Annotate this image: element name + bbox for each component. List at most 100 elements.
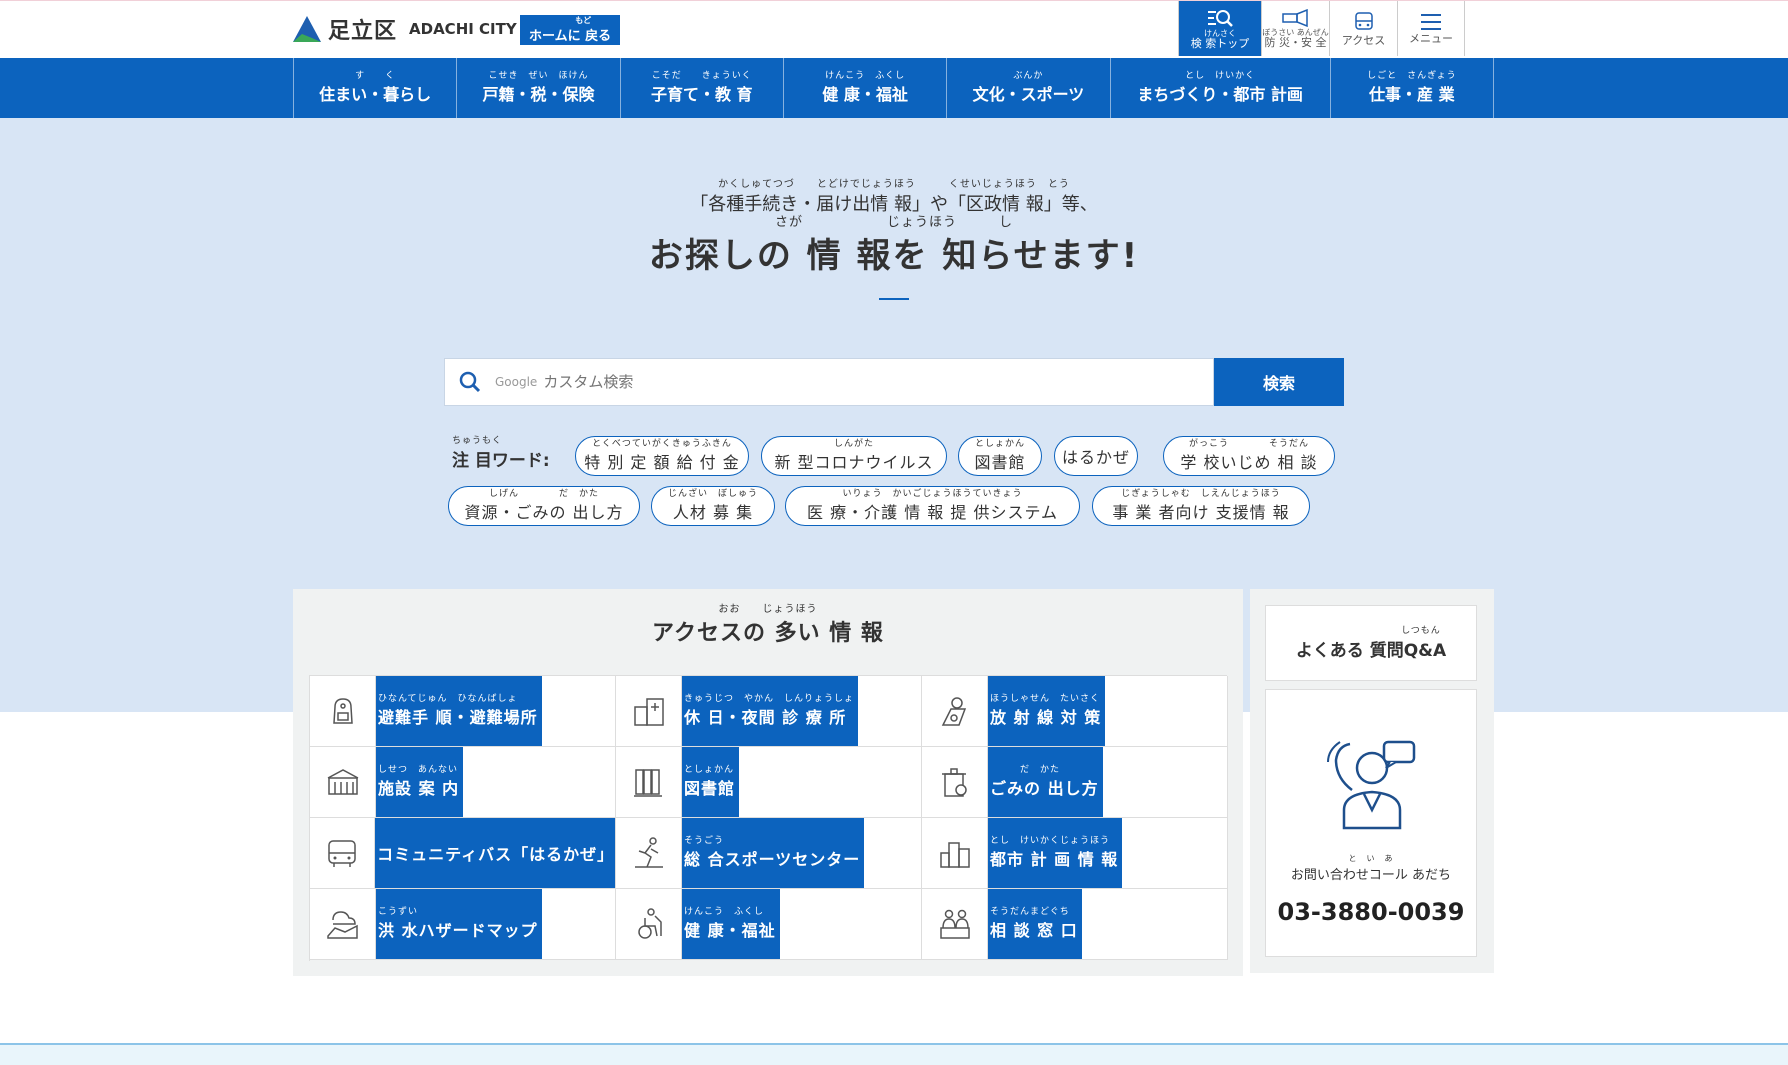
access-item-evacuation[interactable]: ひなんてじゅん ひなんばしょ 避難手 順・避難場所 — [310, 676, 616, 747]
faq-label: よくある 質問Q&A — [1295, 640, 1447, 661]
trash-icon — [922, 747, 988, 817]
keyword-chip[interactable]: しげん だ かた 資源・ごみの 出し方 — [448, 486, 640, 526]
google-brand: Google — [495, 375, 538, 389]
access-item-text: 総 合スポーツセンター — [684, 850, 861, 869]
access-item-label: だ かた ごみの 出し方 — [988, 747, 1103, 817]
disaster-safety-button[interactable]: ぼうさい あんぜん 防 災・安 全 — [1261, 1, 1329, 56]
access-item-facilities[interactable]: しせつ あんない 施設 案 内 — [310, 747, 616, 818]
nav-label: 住まい・暮らし — [319, 85, 432, 104]
runner-icon — [616, 818, 682, 888]
nav-ruby: こそだ きょういく — [651, 71, 752, 81]
nav-item-registry-tax[interactable]: こせき ぜい ほけん戸籍・税・保険 — [456, 58, 619, 118]
support-panel: しつもん よくある 質問Q&A と い あ お問い合わせコール あだち 03-3… — [1250, 589, 1494, 973]
global-nav: す く住まい・暮らし こせき ぜい ほけん戸籍・税・保険 こそだ きょういく子育… — [0, 58, 1788, 118]
site-logo[interactable]: 足立区 ADACHI CITY — [292, 13, 517, 45]
access-item-text: 図書館 — [684, 779, 736, 798]
call-center-card[interactable]: と い あ お問い合わせコール あだち 03-3880-0039 — [1265, 689, 1477, 957]
chip-label: 事 業 者向け 支援情 報 — [1112, 502, 1290, 522]
hero-title: さが じょうほう し お探しの 情 報を 知らせます! — [0, 216, 1788, 277]
nav-item-childcare[interactable]: こそだ きょういく子育て・教 育 — [619, 58, 783, 118]
nav-item-work[interactable]: しごと さんぎょう 仕事・産 業 — [1329, 58, 1494, 118]
search-top-label: 検 索トップ — [1190, 36, 1250, 50]
chip-ruby: とくべつていがくきゅうふきん — [592, 438, 732, 449]
nav-item-health[interactable]: けんこう ふくし健 康・福祉 — [782, 58, 946, 118]
keyword-chip[interactable]: がっこう そうだん学 校いじめ 相 談 — [1163, 436, 1335, 476]
call-center-number: 03-3880-0039 — [1277, 898, 1465, 926]
facility-icon — [310, 747, 376, 817]
hero-subtitle: かくしゅてつづ とどけでじょうほう くせいじょうほう とう 「各種手続き・届け出… — [0, 180, 1788, 216]
access-item-flood-map[interactable]: こうずい洪 水ハザードマップ — [310, 889, 616, 960]
chip-ruby: がっこう そうだん — [1188, 438, 1309, 449]
access-item-label: きゅうじつ やかん しんりょうしょ休 日・夜間 診 療 所 — [682, 676, 859, 746]
access-item-text: 放 射 線 対 策 — [990, 708, 1102, 727]
home-return-button[interactable]: もど ホームに 戻る — [520, 15, 621, 45]
nav-label: 健 康・福祉 — [822, 85, 908, 104]
hero-divider — [879, 298, 909, 300]
access-item-city-planning[interactable]: とし けいかくじょうほう 都市 計 画 情 報 — [922, 818, 1228, 889]
access-item-label: ほうしゃせん たいさく放 射 線 対 策 — [988, 676, 1106, 746]
keyword-chip[interactable]: いりょう かいごじょうほうていきょう医 療・介護 情 報 提 供システム — [785, 486, 1080, 526]
access-item-label: ひなんてじゅん ひなんばしょ 避難手 順・避難場所 — [376, 676, 542, 746]
keyword-chip[interactable]: しんがた新 型コロナウイルス — [761, 436, 947, 476]
access-item-ruby: しせつ あんない — [378, 765, 459, 775]
nav-ruby: しごと さんぎょう — [1367, 71, 1457, 81]
disaster-safety-label: 防 災・安 全 — [1264, 35, 1327, 49]
access-item-radiation[interactable]: ほうしゃせん たいさく放 射 線 対 策 — [922, 676, 1228, 747]
access-item-label: けんこう ふくし健 康・福祉 — [682, 889, 780, 959]
keywords-label: ちゅうもく 注 目ワード: — [452, 436, 550, 471]
access-item-consultation[interactable]: そうだんまどぐち相 談 窓 口 — [922, 889, 1228, 960]
chip-label: 資源・ごみの 出し方 — [464, 502, 624, 522]
city-icon — [922, 818, 988, 888]
nav-ruby: こせき ぜい ほけん — [488, 71, 589, 81]
faq-button[interactable]: しつもん よくある 質問Q&A — [1265, 605, 1477, 681]
access-item-sports-center[interactable]: そうごう総 合スポーツセンター — [616, 818, 922, 889]
access-item-ruby: そうごう — [684, 836, 725, 846]
keywords-label-text: 注 目ワード: — [452, 451, 550, 471]
menu-button[interactable]: メニュー — [1397, 1, 1465, 56]
access-item-text: 健 康・福祉 — [684, 921, 776, 940]
access-item-ruby: だ かた — [990, 765, 1061, 775]
nav-ruby: す く — [355, 71, 396, 81]
access-item-text: 洪 水ハザードマップ — [378, 921, 538, 940]
keyword-chip[interactable]: はるかぜ — [1054, 436, 1138, 476]
access-item-holiday-clinic[interactable]: きゅうじつ やかん しんりょうしょ休 日・夜間 診 療 所 — [616, 676, 922, 747]
access-item-ruby: きゅうじつ やかん しんりょうしょ — [684, 694, 855, 704]
access-item-library[interactable]: としょかん 図書館 — [616, 747, 922, 818]
access-item-ruby: ひなんてじゅん ひなんばしょ — [378, 694, 518, 704]
nav-item-living[interactable]: す く住まい・暮らし — [293, 58, 456, 118]
logo-text-en: ADACHI CITY — [409, 20, 517, 38]
call-center-icon — [1327, 740, 1416, 830]
access-item-ruby: とし けいかくじょうほう — [990, 836, 1111, 846]
keyword-chip[interactable]: としょかん 図書館 — [958, 436, 1042, 476]
access-label: アクセス — [1341, 33, 1386, 47]
search-icon — [459, 371, 481, 393]
access-item-text: コミュニティバス「はるかぜ」 — [377, 845, 615, 864]
keyword-chip[interactable]: とくべつていがくきゅうふきん特 別 定 額 給 付 金 — [575, 436, 749, 476]
nav-ruby: けんこう ふくし — [825, 71, 906, 81]
nav-ruby: とし けいかく — [1185, 71, 1256, 81]
chip-label: 新 型コロナウイルス — [774, 452, 934, 472]
access-item-community-bus[interactable]: コミュニティバス「はるかぜ」 — [310, 818, 616, 889]
nav-label: 子育て・教 育 — [650, 85, 753, 104]
access-button[interactable]: アクセス — [1329, 1, 1397, 56]
nav-label: 戸籍・税・保険 — [482, 85, 595, 104]
popular-access-grid: ひなんてじゅん ひなんばしょ 避難手 順・避難場所 きゅうじつ やかん しんりょう… — [309, 675, 1228, 961]
search-field[interactable]: Google — [444, 358, 1214, 406]
keyword-chip[interactable]: じんざい ぼしゅう 人材 募 集 — [651, 486, 775, 526]
chip-label: 医 療・介護 情 報 提 供システム — [807, 502, 1058, 522]
search-top-button[interactable]: けんさく 検 索トップ — [1178, 1, 1261, 56]
access-item-ruby: こうずい — [378, 907, 419, 917]
access-item-garbage[interactable]: だ かた ごみの 出し方 — [922, 747, 1228, 818]
access-item-text: 相 談 窓 口 — [990, 921, 1078, 940]
keyword-chip[interactable]: じぎょうしゃむ しえんじょうほう事 業 者向け 支援情 報 — [1092, 486, 1310, 526]
access-item-health-welfare[interactable]: けんこう ふくし健 康・福祉 — [616, 889, 922, 960]
nav-ruby: ぶんか — [1013, 71, 1044, 81]
nav-item-city-planning[interactable]: とし けいかく まちづくり・都市 計画 — [1109, 58, 1330, 118]
megaphone-icon — [1281, 8, 1308, 27]
search-input[interactable] — [541, 372, 1142, 392]
search-button[interactable]: 検索 — [1214, 358, 1344, 406]
nav-item-culture[interactable]: ぶんか 文化・スポーツ — [946, 58, 1109, 118]
chip-ruby: じんざい ぼしゅう — [667, 488, 758, 499]
popular-access-title-text: アクセスの 多い 情 報 — [652, 621, 884, 646]
books-icon — [616, 747, 682, 817]
